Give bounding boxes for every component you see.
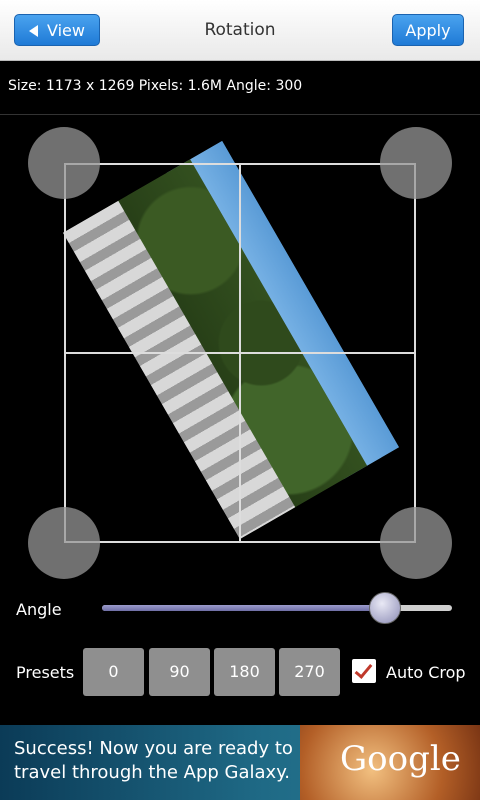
angle-label: Angle <box>16 600 62 619</box>
crop-handle-bottom-left[interactable] <box>28 507 100 579</box>
back-button-label: View <box>47 21 85 40</box>
auto-crop-checkbox[interactable] <box>352 659 376 683</box>
checkmark-icon <box>354 660 373 679</box>
ad-logo-text: Google <box>340 739 461 779</box>
presets-label: Presets <box>16 663 75 682</box>
crop-handle-top-left[interactable] <box>28 127 100 199</box>
crop-grid-horizontal <box>64 352 416 354</box>
image-info: Size: 1173 x 1269 Pixels: 1.6M Angle: 30… <box>8 78 303 94</box>
preset-270-button[interactable]: 270 <box>279 648 340 696</box>
back-arrow-icon <box>29 25 38 37</box>
top-bar: View Rotation Apply <box>0 0 480 61</box>
angle-slider-thumb[interactable] <box>368 592 401 624</box>
page-title: Rotation <box>204 20 276 40</box>
preset-90-button[interactable]: 90 <box>149 648 210 696</box>
ad-banner[interactable]: Success! Now you are ready to travel thr… <box>0 725 480 800</box>
crop-handle-top-right[interactable] <box>380 127 452 199</box>
apply-button[interactable]: Apply <box>392 14 464 46</box>
preset-0-button[interactable]: 0 <box>83 648 144 696</box>
ad-logo: Google <box>300 725 480 800</box>
divider <box>0 114 480 115</box>
angle-slider[interactable] <box>102 592 452 624</box>
angle-slider-fill <box>102 605 384 611</box>
ad-text: Success! Now you are ready to travel thr… <box>14 738 293 783</box>
crop-handle-bottom-right[interactable] <box>380 507 452 579</box>
preset-180-button[interactable]: 180 <box>214 648 275 696</box>
back-view-button[interactable]: View <box>14 14 100 46</box>
auto-crop-label[interactable]: Auto Crop <box>386 663 466 682</box>
